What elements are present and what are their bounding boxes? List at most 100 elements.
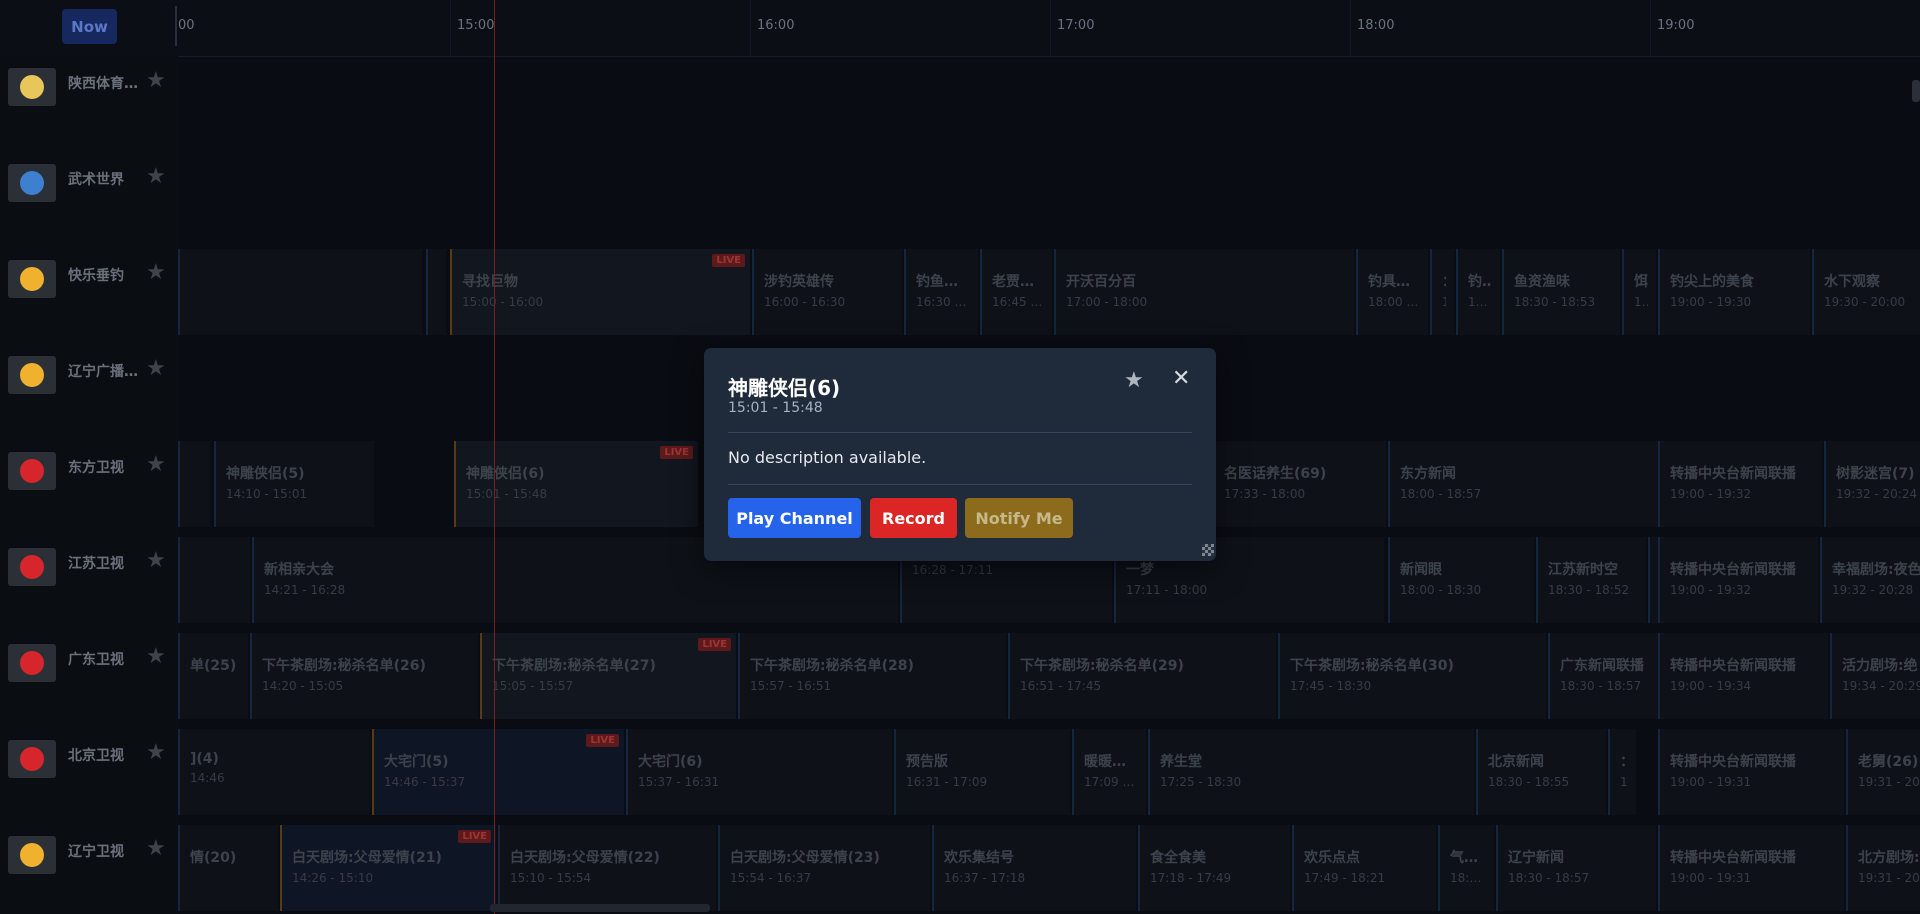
resize-handle-icon[interactable] bbox=[1202, 544, 1214, 556]
favorite-star-icon[interactable]: ★ bbox=[146, 452, 166, 477]
channel-row[interactable]: 北京卫视 ★ bbox=[0, 728, 178, 816]
program-block[interactable]: 广东新闻联播 18:30 - 18:57 bbox=[1548, 633, 1670, 719]
program-block[interactable]: 大宅门(6) 15:37 - 16:31 bbox=[626, 729, 892, 815]
program-time: 17:45 - 18:30 bbox=[1290, 679, 1372, 693]
program-block[interactable]: 钓尖上的美食 19:00 - 19:30 bbox=[1658, 249, 1810, 335]
channel-row[interactable]: 广东卫视 ★ bbox=[0, 632, 178, 720]
program-block[interactable]: 神雕侠侣(6) 15:01 - 15:48 LIVE bbox=[454, 441, 698, 527]
program-block[interactable]: 转播中央台新闻联播 19:00 - 19:32 bbox=[1658, 537, 1818, 623]
program-block[interactable]: ](4) 14:46 bbox=[178, 729, 370, 815]
channel-row[interactable]: 辽宁广播电视 ★ bbox=[0, 344, 178, 432]
logo-mark-icon bbox=[20, 555, 44, 579]
program-block[interactable] bbox=[178, 537, 250, 623]
logo-mark-icon bbox=[20, 75, 44, 99]
program-block[interactable]: 大宅门(5) 14:46 - 15:37 LIVE bbox=[372, 729, 624, 815]
channel-logo bbox=[8, 836, 56, 874]
program-block[interactable] bbox=[178, 249, 422, 335]
program-block[interactable]: 钓鱼… 16:30 - … bbox=[904, 249, 978, 335]
program-title: 开沃百分百 bbox=[1066, 274, 1136, 290]
favorite-star-icon[interactable]: ★ bbox=[146, 260, 166, 285]
program-block[interactable] bbox=[178, 441, 210, 527]
program-block[interactable]: ：1 bbox=[1430, 249, 1454, 335]
program-block[interactable]: 预告版 16:31 - 17:09 bbox=[894, 729, 1070, 815]
notify-me-button[interactable]: Notify Me bbox=[965, 498, 1073, 538]
channel-row[interactable]: 武术世界 ★ bbox=[0, 152, 178, 240]
program-block[interactable]: 开沃百分百 17:00 - 18:00 bbox=[1054, 249, 1354, 335]
program-block[interactable]: 转播中央台新闻联播 19:00 - 19:34 bbox=[1658, 633, 1828, 719]
program-block[interactable]: 幸福剧场:夜色 19:32 - 20:28 bbox=[1820, 537, 1920, 623]
program-title: 钓具… bbox=[1368, 274, 1410, 290]
channel-name: 东方卫视 bbox=[68, 460, 124, 476]
program-title: 大宅门(6) bbox=[638, 754, 703, 770]
program-time: 19:00 - 19:31 bbox=[1670, 775, 1752, 789]
program-block[interactable]: 涉钓英雄传 16:00 - 16:30 bbox=[752, 249, 902, 335]
favorite-star-icon[interactable]: ★ bbox=[146, 644, 166, 669]
program-block[interactable]: 下午茶剧场:秘杀名单(27) 15:05 - 15:57 LIVE bbox=[480, 633, 736, 719]
program-block[interactable]: 情(20) bbox=[178, 825, 278, 911]
program-block[interactable]: 树影迷宫(7) 19:32 - 20:24 bbox=[1824, 441, 1920, 527]
program-block[interactable]: 白天剧场:父母爱情(21) 14:26 - 15:10 LIVE bbox=[280, 825, 496, 911]
program-block[interactable]: 转播中央台新闻联播 19:00 - 19:31 bbox=[1658, 729, 1844, 815]
program-block[interactable]: 欢乐集结号 16:37 - 17:18 bbox=[932, 825, 1136, 911]
program-block[interactable]: 寻找巨物 15:00 - 16:00 LIVE bbox=[450, 249, 750, 335]
channel-row[interactable]: 快乐垂钓 ★ bbox=[0, 248, 178, 336]
program-block[interactable]: 下午茶剧场:秘杀名单(30) 17:45 - 18:30 bbox=[1278, 633, 1546, 719]
program-block[interactable]: 北京新闻 18:30 - 18:55 bbox=[1476, 729, 1606, 815]
vertical-scrollbar[interactable] bbox=[1912, 80, 1920, 102]
favorite-star-icon[interactable]: ★ bbox=[146, 356, 166, 381]
program-block[interactable]: 食全食美 17:18 - 17:49 bbox=[1138, 825, 1290, 911]
now-button[interactable]: Now bbox=[62, 9, 117, 44]
program-block[interactable]: 转播中央台新闻联播 19:00 - 19:31 bbox=[1658, 825, 1844, 911]
channel-row[interactable]: 江苏卫视 ★ bbox=[0, 536, 178, 624]
program-block[interactable]: 养生堂 17:25 - 18:30 bbox=[1148, 729, 1474, 815]
favorite-star-icon[interactable]: ★ bbox=[146, 164, 166, 189]
close-icon[interactable]: ✕ bbox=[1172, 366, 1190, 391]
program-block[interactable]: 钓具… 18:00 - … bbox=[1356, 249, 1428, 335]
program-block[interactable]: 新闻眼 18:00 - 18:30 bbox=[1388, 537, 1534, 623]
program-block[interactable]: 单(25) bbox=[178, 633, 248, 719]
horizontal-scrollbar[interactable] bbox=[490, 904, 710, 912]
favorite-star-icon[interactable]: ★ bbox=[146, 740, 166, 765]
program-block[interactable]: 老贾… 16:45 - … bbox=[980, 249, 1052, 335]
program-block[interactable]: 下午茶剧场:秘杀名单(26) 14:20 - 15:05 bbox=[250, 633, 478, 719]
program-block[interactable]: 水下观察 19:30 - 20:00 bbox=[1812, 249, 1920, 335]
favorite-star-icon[interactable]: ★ bbox=[146, 548, 166, 573]
program-title: 白天剧场:父母爱情(22) bbox=[510, 850, 660, 866]
program-block[interactable]: 饵 1… bbox=[1622, 249, 1656, 335]
program-title: 幸福剧场:夜色 bbox=[1832, 562, 1920, 578]
favorite-star-icon[interactable]: ★ bbox=[1124, 368, 1144, 393]
program-time: 15:10 - 15:54 bbox=[510, 871, 592, 885]
program-block[interactable]: 活力剧场:绝 19:34 - 20:29 bbox=[1830, 633, 1920, 719]
play-channel-button[interactable]: Play Channel bbox=[728, 498, 861, 538]
program-block[interactable]: 辽宁新闻 18:30 - 18:57 bbox=[1496, 825, 1656, 911]
program-block[interactable]: 欢乐点点 17:49 - 18:21 bbox=[1292, 825, 1436, 911]
channel-row[interactable]: 东方卫视 ★ bbox=[0, 440, 178, 528]
program-block[interactable]: 东方新闻 18:00 - 18:57 bbox=[1388, 441, 1684, 527]
program-time: 17:18 - 17:49 bbox=[1150, 871, 1232, 885]
program-block[interactable]: 白天剧场:父母爱情(23) 15:54 - 16:37 bbox=[718, 825, 930, 911]
program-block[interactable]: 神雕侠侣(5) 14:10 - 15:01 bbox=[214, 441, 374, 527]
program-block[interactable]: 白天剧场:父母爱情(22) 15:10 - 15:54 bbox=[498, 825, 716, 911]
program-block[interactable]: 转播中央台新闻联播 19:00 - 19:32 bbox=[1658, 441, 1822, 527]
favorite-star-icon[interactable]: ★ bbox=[146, 836, 166, 861]
program-time: 15:05 - 15:57 bbox=[492, 679, 574, 693]
channel-name: 辽宁卫视 bbox=[68, 844, 124, 860]
program-block[interactable]: 老舅(26) 19:31 - 20:17 bbox=[1846, 729, 1920, 815]
channel-row[interactable]: 辽宁卫视 ★ bbox=[0, 824, 178, 912]
program-block[interactable]: 下午茶剧场:秘杀名单(29) 16:51 - 17:45 bbox=[1008, 633, 1276, 719]
program-block[interactable]: ：1 bbox=[1608, 729, 1636, 815]
program-title: 下午茶剧场:秘杀名单(27) bbox=[492, 658, 656, 674]
program-block[interactable]: 钓… 18:… bbox=[1456, 249, 1500, 335]
program-block[interactable]: 气… 18:… bbox=[1438, 825, 1494, 911]
program-block[interactable]: 下午茶剧场:秘杀名单(28) 15:57 - 16:51 bbox=[738, 633, 1006, 719]
program-block[interactable]: 11 bbox=[426, 249, 446, 335]
program-block[interactable]: 暖暖的… 17:09 - 1… bbox=[1072, 729, 1146, 815]
program-block[interactable]: 名医话养生(69) 17:33 - 18:00 bbox=[1212, 441, 1386, 527]
program-block[interactable]: 江苏新时空 18:30 - 18:52 bbox=[1536, 537, 1646, 623]
record-button[interactable]: Record bbox=[870, 498, 957, 538]
program-title: 欢乐集结号 bbox=[944, 850, 1014, 866]
favorite-star-icon[interactable]: ★ bbox=[146, 68, 166, 93]
channel-row[interactable]: 陕西体育休闲 ★ bbox=[0, 56, 178, 144]
program-block[interactable]: 北方剧场:老有 19:31 - 20:19 bbox=[1846, 825, 1920, 911]
program-block[interactable]: 鱼资渔味 18:30 - 18:53 bbox=[1502, 249, 1620, 335]
